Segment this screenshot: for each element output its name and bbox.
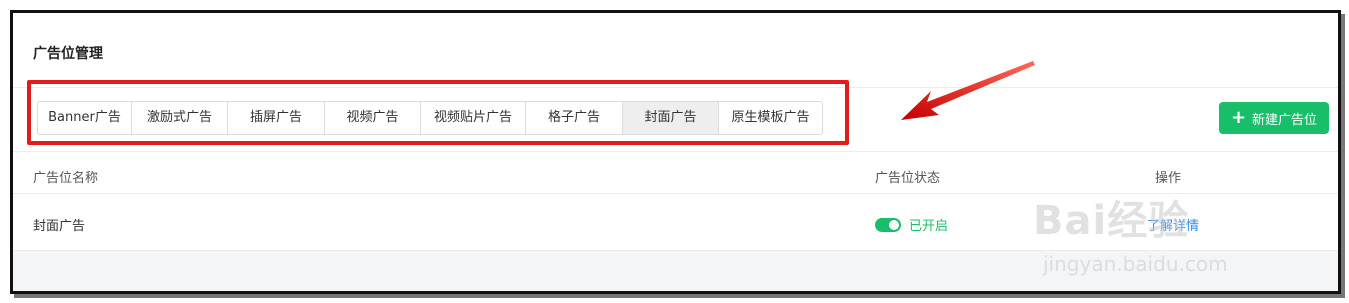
window-frame: 广告位管理 Banner广告 激励式广告 插屏广告 视频广告 视频贴片广告 格子… — [10, 10, 1341, 294]
watermark-url: jingyan.baidu.com — [1043, 252, 1228, 276]
page-title: 广告位管理 — [33, 46, 103, 62]
new-ad-slot-button[interactable]: + 新建广告位 — [1219, 102, 1329, 134]
row-status: 已开启 — [875, 215, 948, 234]
column-header-status: 广告位状态 — [875, 171, 941, 186]
divider — [13, 193, 1338, 194]
details-link[interactable]: 了解详情 — [1147, 215, 1199, 234]
plus-icon: + — [1230, 107, 1247, 128]
status-toggle[interactable] — [875, 217, 901, 232]
annotation-arrow-icon — [901, 61, 1035, 120]
column-header-name: 广告位名称 — [33, 171, 99, 186]
divider — [13, 250, 1338, 251]
tabs-highlight-box — [27, 80, 849, 145]
row-ad-slot-name: 封面广告 — [33, 219, 86, 234]
divider — [13, 151, 1338, 152]
status-label: 已开启 — [909, 219, 949, 234]
new-ad-slot-label: 新建广告位 — [1252, 112, 1318, 128]
column-header-actions: 操作 — [1155, 171, 1182, 186]
